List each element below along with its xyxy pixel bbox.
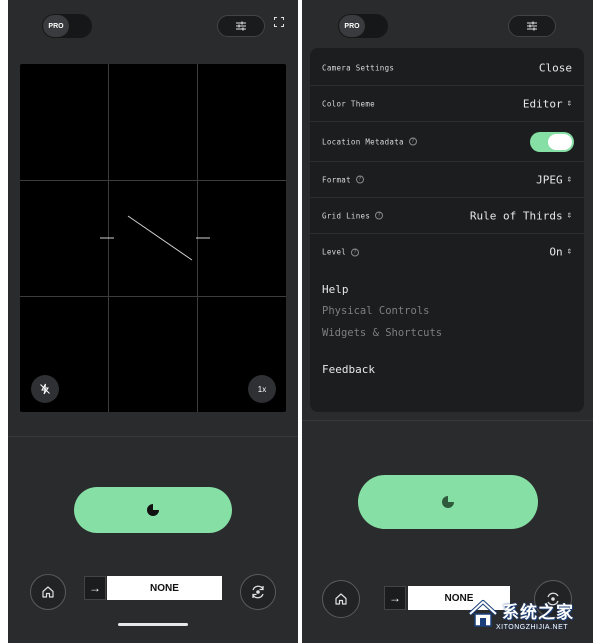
switch-camera-icon: [252, 585, 264, 599]
watermark-url: XITONGZHIJIA.NET: [496, 624, 569, 631]
settings-screen: PRO Camera Settings Close Color Theme Ed…: [302, 0, 593, 643]
settings-sliders-icon: [527, 21, 537, 31]
setting-value: Editor: [522, 97, 563, 110]
watermark: 系统之家 XITONGZHIJIA.NET: [466, 596, 596, 640]
chevron-updown-icon: ⇕: [566, 174, 572, 184]
setting-row-format[interactable]: Format? JPEG ⇕: [310, 162, 584, 198]
setting-label: Color Theme: [322, 99, 375, 108]
setting-row-color-theme[interactable]: Color Theme Editor ⇕: [310, 86, 584, 122]
help-heading: Help: [322, 283, 349, 296]
filter-arrow[interactable]: →: [384, 586, 406, 610]
settings-button[interactable]: [508, 15, 556, 37]
viewfinder[interactable]: 1x: [20, 64, 286, 412]
home-icon: [335, 593, 347, 605]
shutter-button[interactable]: [358, 475, 538, 529]
toggle-knob: [548, 133, 572, 150]
grid-line: [20, 180, 286, 181]
setting-label: Grid Lines: [322, 211, 371, 220]
chevron-updown-icon: ⇕: [566, 210, 572, 220]
shutter-icon: [147, 504, 159, 516]
help-icon[interactable]: ?: [375, 211, 384, 220]
feedback-link[interactable]: Feedback: [322, 363, 375, 376]
settings-header: Camera Settings Close: [310, 50, 584, 86]
help-icon[interactable]: ?: [408, 137, 417, 146]
camera-settings-panel: Camera Settings Close Color Theme Editor…: [310, 48, 584, 412]
filter-arrow[interactable]: →: [84, 576, 106, 600]
setting-row-location-metadata[interactable]: Location Metadata?: [310, 122, 584, 162]
pro-mode-toggle[interactable]: PRO: [338, 14, 388, 38]
settings-title: Camera Settings: [322, 63, 395, 72]
help-icon[interactable]: ?: [355, 175, 364, 184]
setting-label: Format: [322, 175, 351, 184]
chevron-updown-icon: ⇕: [566, 98, 572, 108]
watermark-brand: 系统之家: [502, 603, 574, 623]
filter-value[interactable]: NONE: [107, 576, 222, 600]
home-button[interactable]: [322, 580, 360, 618]
fullscreen-button[interactable]: [272, 15, 286, 29]
switch-camera-button[interactable]: [240, 574, 276, 610]
divider: [302, 420, 593, 421]
shutter-button[interactable]: [74, 487, 232, 533]
setting-label: Location Metadata: [322, 137, 404, 146]
help-link-widgets-shortcuts[interactable]: Widgets & Shortcuts: [322, 327, 442, 339]
location-metadata-toggle[interactable]: [530, 131, 574, 152]
pro-mode-toggle[interactable]: PRO: [42, 14, 92, 38]
home-indicator: [118, 623, 188, 626]
help-link-physical-controls[interactable]: Physical Controls: [322, 305, 429, 317]
settings-button[interactable]: [217, 15, 265, 37]
setting-row-level[interactable]: Level? On ⇕: [310, 234, 584, 270]
help-icon[interactable]: ?: [351, 248, 360, 256]
zoom-button[interactable]: 1x: [248, 375, 276, 403]
camera-screen: PRO 1x → NONE: [8, 0, 298, 643]
setting-value: Rule of Thirds: [469, 209, 563, 222]
home-icon: [42, 586, 54, 598]
grid-line: [20, 296, 286, 297]
divider: [8, 436, 298, 437]
zoom-label: 1x: [257, 384, 267, 394]
home-button[interactable]: [30, 574, 66, 610]
pro-label: PRO: [43, 15, 69, 37]
shutter-icon: [442, 496, 454, 508]
flash-off-icon: [40, 383, 50, 395]
setting-value: On: [549, 245, 563, 259]
chevron-updown-icon: ⇕: [566, 246, 572, 257]
setting-row-grid-lines[interactable]: Grid Lines? Rule of Thirds ⇕: [310, 198, 584, 234]
fullscreen-icon: [274, 17, 284, 27]
flash-button[interactable]: [31, 375, 59, 403]
close-button[interactable]: Close: [539, 61, 572, 74]
pro-label: PRO: [339, 15, 365, 37]
setting-value: JPEG: [536, 173, 563, 186]
settings-sliders-icon: [236, 21, 246, 31]
level-indicator: [100, 215, 210, 261]
setting-label: Level: [322, 247, 347, 257]
house-logo-icon: [468, 600, 498, 627]
